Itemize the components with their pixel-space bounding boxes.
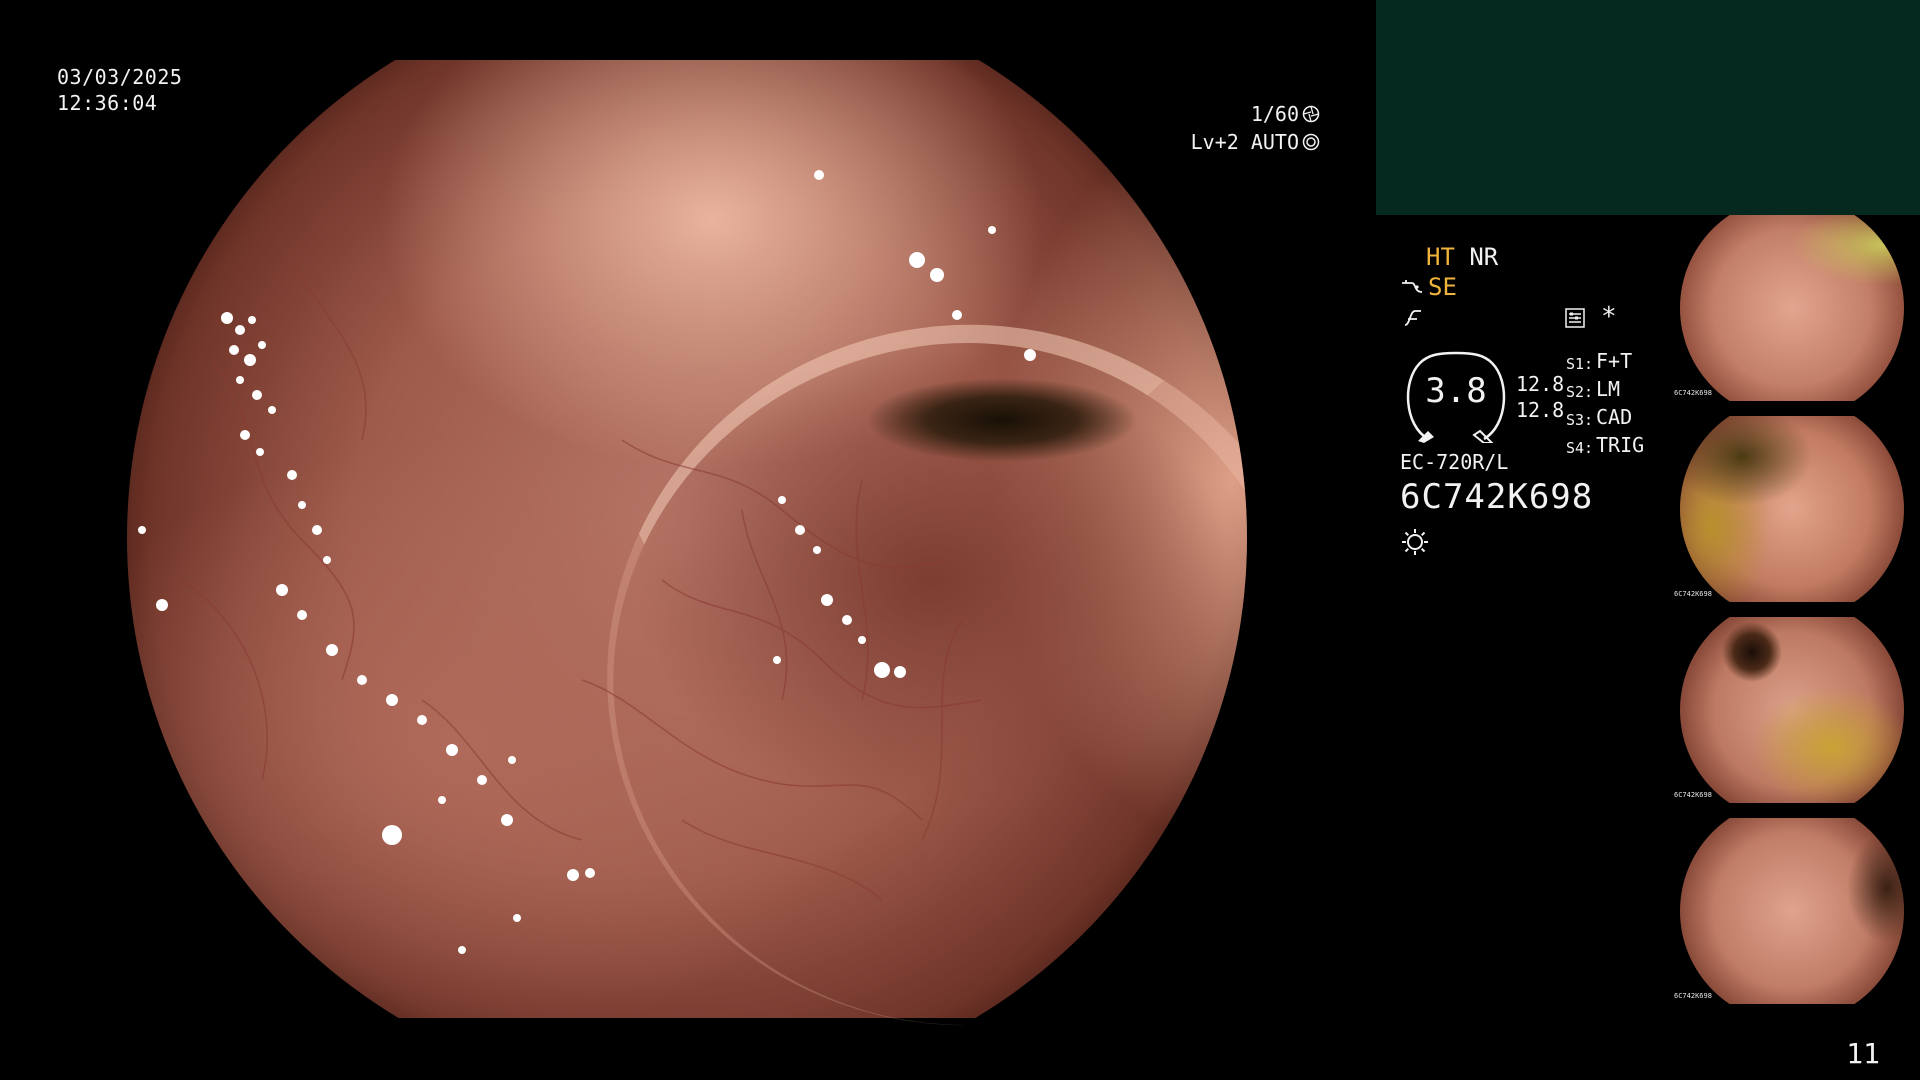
- page-number: 11: [1846, 1037, 1880, 1070]
- switch-value: LM: [1596, 377, 1621, 401]
- thumbnail-label: 6C742K698: [1674, 389, 1712, 397]
- exposure-readout: 1/60 Lv+2 AUTO: [1191, 100, 1320, 156]
- capture-thumbnail[interactable]: 6C742K698: [1672, 215, 1918, 401]
- thumbnail-image: [1680, 215, 1904, 401]
- switch-value: CAD: [1596, 405, 1633, 429]
- asterisk-indicator: *: [1601, 302, 1617, 332]
- switch-key: S1:: [1566, 355, 1594, 373]
- switch-value: TRIG: [1596, 433, 1645, 457]
- scale-top-value: 12.8: [1516, 372, 1565, 396]
- switch-value: F+T: [1596, 349, 1633, 373]
- thumbnail-image: [1680, 818, 1904, 1004]
- switch-mode-list: S1: F+T S2: LM S3: CAD S4: TRIG: [1566, 349, 1644, 461]
- capture-thumbnail[interactable]: 6C742K698: [1672, 617, 1918, 803]
- processor-info-panel: HT NR SE * 3.8 12.8 12.8 S1: F+T S2: LM …: [1376, 215, 1676, 1015]
- nr-label: NR: [1469, 243, 1499, 271]
- switch-mode-item: S3: CAD: [1566, 405, 1644, 433]
- brightness-level-label: Lv+2 AUTO: [1190, 130, 1299, 154]
- capture-thumbnail[interactable]: 6C742K698: [1672, 416, 1918, 602]
- structure-enhancement-icon: [1402, 280, 1423, 293]
- tone-curve-icon: [1404, 310, 1421, 326]
- specular-highlights: [138, 170, 1036, 969]
- iris-icon: [1302, 133, 1320, 151]
- thumbnail-label: 6C742K698: [1674, 590, 1712, 598]
- shutter-icon: [1302, 105, 1320, 123]
- switch-mode-item: S4: TRIG: [1566, 433, 1644, 461]
- enhancement-row: HT NR: [1426, 243, 1498, 271]
- switch-key: S4:: [1566, 439, 1594, 457]
- thumbnail-label: 6C742K698: [1674, 992, 1712, 1000]
- timestamp: 03/03/2025 12:36:04: [57, 64, 182, 116]
- ht-label: HT: [1426, 243, 1455, 271]
- scale-bottom-value: 12.8: [1516, 398, 1565, 422]
- shutter-label: 1/60: [1250, 102, 1299, 126]
- date-label: 03/03/2025: [57, 65, 183, 89]
- switch-mode-item: S1: F+T: [1566, 349, 1644, 377]
- switch-mode-item: S2: LM: [1566, 377, 1644, 405]
- thumbnail-image: [1680, 416, 1904, 602]
- zoom-value: 3.8: [1425, 371, 1487, 411]
- switch-key: S2:: [1566, 383, 1594, 401]
- se-label: SE: [1428, 273, 1457, 301]
- scale-values: 12.8 12.8: [1516, 371, 1564, 423]
- top-panel-area: [1376, 0, 1920, 215]
- thumbnail-image: [1680, 617, 1904, 803]
- thumbnail-label: 6C742K698: [1674, 791, 1712, 799]
- scope-serial-label: 6C742K698: [1400, 477, 1594, 517]
- time-label: 12:36:04: [57, 91, 158, 115]
- structure-enhancement-row: SE: [1400, 273, 1457, 301]
- scope-model-label: EC-720R/L: [1400, 450, 1509, 474]
- capture-thumbnail[interactable]: 6C742K698: [1672, 818, 1918, 1004]
- light-source-icon: [1402, 529, 1428, 555]
- image-settings-icon: [1565, 308, 1585, 328]
- switch-key: S3:: [1566, 411, 1594, 429]
- endoscope-main-view: [127, 60, 1247, 1072]
